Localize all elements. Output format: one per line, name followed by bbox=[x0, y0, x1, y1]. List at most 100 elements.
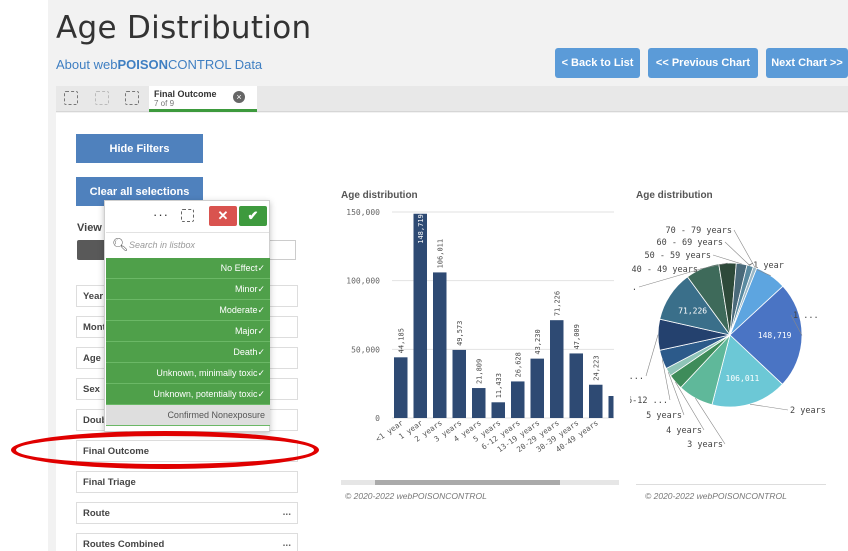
listbox-search[interactable]: 🔍︎ Search in listbox bbox=[106, 232, 269, 257]
listbox-popup: ··· ✕ ✔ 🔍︎ Search in listbox No Effect✓ M… bbox=[104, 200, 270, 432]
bar[interactable] bbox=[550, 320, 564, 418]
listbox-option[interactable]: No Effect✓ bbox=[106, 258, 270, 279]
filter-label: Route bbox=[83, 507, 110, 519]
pie-category-label: 1... bbox=[630, 372, 644, 382]
listbox-option[interactable]: Moderate✓ bbox=[106, 300, 270, 321]
listbox-option[interactable]: Unknown, minimally toxic✓ bbox=[106, 363, 270, 384]
pie-category-label: 2 years bbox=[790, 406, 826, 416]
filter-item[interactable]: Routes Combined... bbox=[76, 533, 298, 551]
listbox-option[interactable]: Major✓ bbox=[106, 321, 270, 342]
pie-category-label: 5 years bbox=[646, 411, 682, 421]
pie-value-label: 71,226 bbox=[678, 307, 707, 316]
y-tick-label: 50,000 bbox=[351, 345, 380, 354]
filter-label: Sex bbox=[83, 383, 100, 395]
check-icon: ✓ bbox=[257, 263, 265, 273]
bar[interactable] bbox=[472, 388, 486, 418]
listbox-option-label: Minor bbox=[234, 284, 258, 294]
pie-category-label: 70 - 79 years bbox=[665, 226, 732, 236]
bar[interactable] bbox=[511, 381, 525, 418]
about-link[interactable]: About webPOISONCONTROL Data bbox=[56, 57, 262, 72]
confirm-selection-button[interactable]: ✔ bbox=[239, 206, 267, 226]
pie-chart[interactable]: <1 year148,7191 ...106,0112 years3 years… bbox=[630, 210, 848, 460]
bar[interactable] bbox=[589, 384, 603, 418]
search-placeholder: Search in listbox bbox=[129, 240, 196, 250]
pie-category-label: 4 years bbox=[666, 426, 702, 436]
pie-value-label: 106,011 bbox=[726, 374, 760, 383]
check-icon: ✓ bbox=[257, 347, 265, 357]
bar[interactable] bbox=[433, 272, 447, 418]
listbox-option-label: Unknown, potentially toxic bbox=[153, 389, 258, 399]
about-link-post: CONTROL Data bbox=[168, 57, 263, 72]
pie-category-label: 3 years bbox=[687, 440, 723, 450]
bar[interactable] bbox=[394, 357, 408, 418]
bar-chart-scroll-thumb[interactable] bbox=[375, 480, 560, 485]
step-back-icon[interactable] bbox=[64, 91, 78, 105]
check-icon: ✓ bbox=[257, 284, 265, 294]
listbox-option-label: Death bbox=[233, 347, 258, 357]
selection-tab-count: 7 of 9 bbox=[154, 99, 175, 108]
bar-chart[interactable]: 050,000100,000150,00044,185<1 year148,71… bbox=[330, 200, 620, 490]
filter-item[interactable]: Route... bbox=[76, 502, 298, 524]
more-options-icon[interactable]: ··· bbox=[153, 207, 169, 222]
bar-value-label: 26,628 bbox=[514, 352, 522, 377]
pie-chart-title: Age distribution bbox=[636, 190, 713, 201]
check-icon: ✓ bbox=[257, 389, 265, 399]
bar-value-label: 21,809 bbox=[475, 359, 483, 384]
next-chart-button[interactable]: Next Chart >> bbox=[766, 48, 848, 78]
check-icon: ✓ bbox=[257, 368, 265, 378]
listbox-option[interactable]: Unknown, potentially toxic✓ bbox=[106, 384, 270, 405]
pie-category-label: 50 - 59 years bbox=[644, 251, 711, 261]
y-tick-label: 0 bbox=[375, 414, 380, 423]
filter-label: Routes Combined bbox=[83, 538, 165, 550]
y-tick-label: 100,000 bbox=[346, 277, 380, 286]
pie-category-label: 1 ... bbox=[793, 311, 819, 321]
bar-partial bbox=[608, 396, 614, 418]
pie-chart-divider bbox=[636, 484, 826, 485]
listbox-option[interactable]: Confirmed Nonexposure bbox=[106, 405, 270, 426]
pie-category-label: 30 - 3... bbox=[630, 283, 637, 293]
selection-tab-final-outcome[interactable]: Final Outcome 7 of 9 × bbox=[149, 86, 257, 112]
app-root: Age Distribution About webPOISONCONTROL … bbox=[0, 0, 848, 551]
bar[interactable] bbox=[491, 402, 506, 418]
leader-line bbox=[749, 403, 789, 411]
leader-line bbox=[645, 334, 659, 377]
back-to-list-button[interactable]: < Back to List bbox=[555, 48, 640, 78]
view-select[interactable] bbox=[268, 240, 296, 260]
pie-value-label: 148,719 bbox=[758, 331, 792, 340]
y-tick-label: 150,000 bbox=[346, 208, 380, 217]
previous-chart-button[interactable]: << Previous Chart bbox=[648, 48, 758, 78]
bar-value-label: 106,011 bbox=[436, 239, 444, 269]
bar-value-label: 24,223 bbox=[592, 355, 600, 380]
listbox-option-label: Moderate bbox=[219, 305, 258, 315]
filter-label: Year bbox=[83, 290, 104, 302]
listbox-option[interactable]: Minor✓ bbox=[106, 279, 270, 300]
cancel-selection-button[interactable]: ✕ bbox=[209, 206, 237, 226]
listbox-option-label: Confirmed Nonexposure bbox=[167, 410, 265, 420]
filter-more-icon[interactable]: ... bbox=[283, 507, 291, 518]
leader-line bbox=[724, 241, 751, 267]
listbox-option[interactable]: Death✓ bbox=[106, 342, 270, 363]
bar[interactable] bbox=[452, 349, 467, 418]
filter-item[interactable]: Final Triage bbox=[76, 471, 298, 493]
listbox-option-label: No Effect bbox=[220, 263, 258, 273]
selection-tab-field: Final Outcome bbox=[154, 89, 217, 99]
step-forward-icon[interactable] bbox=[95, 91, 109, 105]
hide-filters-button[interactable]: Hide Filters bbox=[76, 134, 203, 163]
pie-chart-footer: © 2020-2022 webPOISONCONTROL bbox=[645, 491, 787, 501]
filter-label: Mont bbox=[83, 321, 106, 333]
check-icon: ✓ bbox=[257, 305, 265, 315]
bar-value-label: 11,433 bbox=[495, 373, 503, 398]
filter-more-icon[interactable]: ... bbox=[283, 538, 291, 549]
check-icon: ✓ bbox=[257, 326, 265, 336]
selection-tool-icon[interactable] bbox=[181, 209, 194, 222]
bar[interactable] bbox=[569, 353, 584, 418]
bar-value-label: 148,719 bbox=[417, 214, 425, 244]
clear-selections-icon[interactable] bbox=[125, 91, 139, 105]
leader-line bbox=[733, 229, 756, 268]
bar[interactable] bbox=[530, 358, 545, 418]
highlight-ellipse bbox=[11, 431, 319, 469]
close-icon[interactable]: × bbox=[233, 91, 245, 103]
pie-category-label: 6-12 ... bbox=[630, 396, 668, 406]
leader-line bbox=[712, 254, 742, 265]
pie-category-label: 60 - 69 years bbox=[656, 238, 723, 248]
